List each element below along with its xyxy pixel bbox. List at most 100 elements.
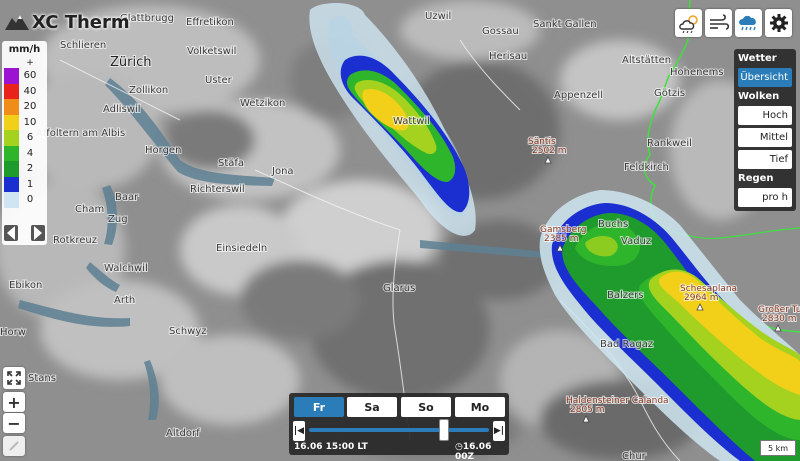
model-run-label: ◷16.06 00Z <box>455 442 492 461</box>
clouds-low-button[interactable]: Tief <box>738 150 792 169</box>
place-label: Rankweil <box>647 138 692 149</box>
chevron-right-icon <box>34 226 42 240</box>
place-label: Horgen <box>145 145 181 156</box>
time-bar: Fr Sa So Mo |◀ ▶| 16.06 15:00 LT ◷16.06 … <box>289 393 509 461</box>
legend-row: 2 <box>4 161 45 177</box>
fullscreen-icon <box>7 371 21 385</box>
place-label: Herisau <box>489 51 527 62</box>
peak-elevation: 2502 m <box>532 146 567 156</box>
zoom-in-button[interactable]: + <box>3 392 25 412</box>
peak-elevation: 2385 m <box>544 234 579 244</box>
place-label: Baar <box>115 192 139 203</box>
legend-row: 1 <box>4 176 45 192</box>
legend-swatch <box>4 114 19 130</box>
legend-prev-button[interactable] <box>4 225 18 241</box>
day-tab-so[interactable]: So <box>401 397 451 417</box>
legend-swatch <box>4 130 19 146</box>
legend-row: 0 <box>4 192 45 208</box>
place-label: Ebikon <box>9 280 42 291</box>
place-label: Einsiedeln <box>216 243 267 254</box>
app-title: XC Therm <box>32 11 130 33</box>
place-label: Altstätten <box>622 55 671 66</box>
place-label: Götzis <box>654 88 685 99</box>
zoom-out-icon: − <box>7 413 21 433</box>
legend-next-button[interactable] <box>31 225 45 241</box>
peak-elevation: 2964 m <box>684 293 719 303</box>
settings-button[interactable] <box>765 9 792 37</box>
place-label: Chur <box>622 451 647 461</box>
legend-value: 10 <box>23 116 37 128</box>
zoom-out-button[interactable]: − <box>3 413 25 433</box>
place-label: Zug <box>108 214 128 225</box>
place-label: Gossau <box>482 26 519 37</box>
rain-layer-button[interactable] <box>735 9 762 37</box>
place-label: Balzers <box>607 290 644 301</box>
place-label: Schlieren <box>60 40 106 51</box>
rain-cloud-icon <box>738 15 756 31</box>
legend-swatch <box>4 68 19 84</box>
skip-back-icon: |◀ <box>293 426 305 436</box>
clouds-layer-button[interactable] <box>675 9 702 37</box>
clouds-heading: Wolken <box>738 91 780 102</box>
time-slider-thumb[interactable] <box>439 419 449 441</box>
logo-icon <box>5 15 29 30</box>
legend-row: 4 <box>4 145 45 161</box>
place-label: Uzwil <box>425 11 451 22</box>
rain-per-hour-button[interactable]: pro h <box>738 188 792 207</box>
fullscreen-button[interactable] <box>3 367 25 389</box>
rain-heading: Regen <box>738 173 774 184</box>
clouds-high-button[interactable]: Hoch <box>738 106 792 125</box>
place-label: Bad Ragaz <box>600 339 653 350</box>
clouds-mid-button[interactable]: Mittel <box>738 128 792 147</box>
skip-forward-icon: ▶| <box>493 426 505 436</box>
legend-value: 6 <box>26 132 34 144</box>
legend-value: 60 <box>23 70 37 82</box>
legend-value: 4 <box>26 147 34 159</box>
place-label: Adliswil <box>103 104 141 115</box>
place-label: Uster <box>205 75 233 86</box>
place-label: Volketswil <box>187 46 236 57</box>
skip-forward-button[interactable]: ▶| <box>493 421 505 441</box>
brand: XC Therm <box>4 6 130 38</box>
legend-swatch <box>4 99 19 115</box>
place-label: Stäfa <box>218 158 244 169</box>
wind-icon <box>709 14 729 30</box>
place-label: Feldkirch <box>624 162 669 173</box>
map-canvas[interactable]: Glattbrugg EffretikonUzwilGossauSankt Gal… <box>0 0 800 461</box>
skip-back-button[interactable]: |◀ <box>293 421 305 441</box>
legend-value: 2 <box>26 163 34 175</box>
place-label: Richterswil <box>190 184 245 195</box>
place-label: Rotkreuz <box>53 235 97 246</box>
time-slider[interactable] <box>309 428 489 432</box>
place-label: Schwyz <box>169 326 207 337</box>
peak-elevation: 2805 m <box>570 405 605 415</box>
legend-unit: mm/h <box>8 44 41 55</box>
legend-swatch <box>4 145 19 161</box>
weather-heading: Wetter <box>738 53 777 64</box>
overview-button[interactable]: Übersicht <box>738 68 792 87</box>
place-label: Hohenems <box>670 67 724 78</box>
gear-icon <box>769 14 788 32</box>
legend-swatch <box>4 161 19 177</box>
legend-value: 20 <box>23 101 37 113</box>
layer-panel: Wetter Übersicht Wolken Hoch Mittel Tief… <box>734 49 796 211</box>
place-label: Wattwil <box>393 116 430 127</box>
place-label: Zollikon <box>129 85 168 96</box>
measure-button[interactable] <box>3 436 25 456</box>
day-tab-fr[interactable]: Fr <box>294 397 344 417</box>
cloud-sun-icon <box>678 15 698 33</box>
legend-row: 10 <box>4 114 45 130</box>
day-tab-mo[interactable]: Mo <box>455 397 505 417</box>
place-label: Buchs <box>598 219 628 230</box>
place-label: Vaduz <box>621 236 651 247</box>
legend-swatch <box>4 192 19 208</box>
place-label: Horw <box>0 327 26 338</box>
zoom-in-icon: + <box>7 392 21 412</box>
day-tab-sa[interactable]: Sa <box>347 397 397 417</box>
legend-row: 20 <box>4 99 45 115</box>
place-label: Affoltern am Albis <box>36 128 125 139</box>
layer-buttons <box>675 9 792 37</box>
wind-layer-button[interactable] <box>705 9 732 37</box>
current-time-label: 16.06 15:00 LT <box>294 442 368 452</box>
precip-legend: mm/h + 60 40 20 10 6 4 2 1 0 <box>2 41 47 245</box>
